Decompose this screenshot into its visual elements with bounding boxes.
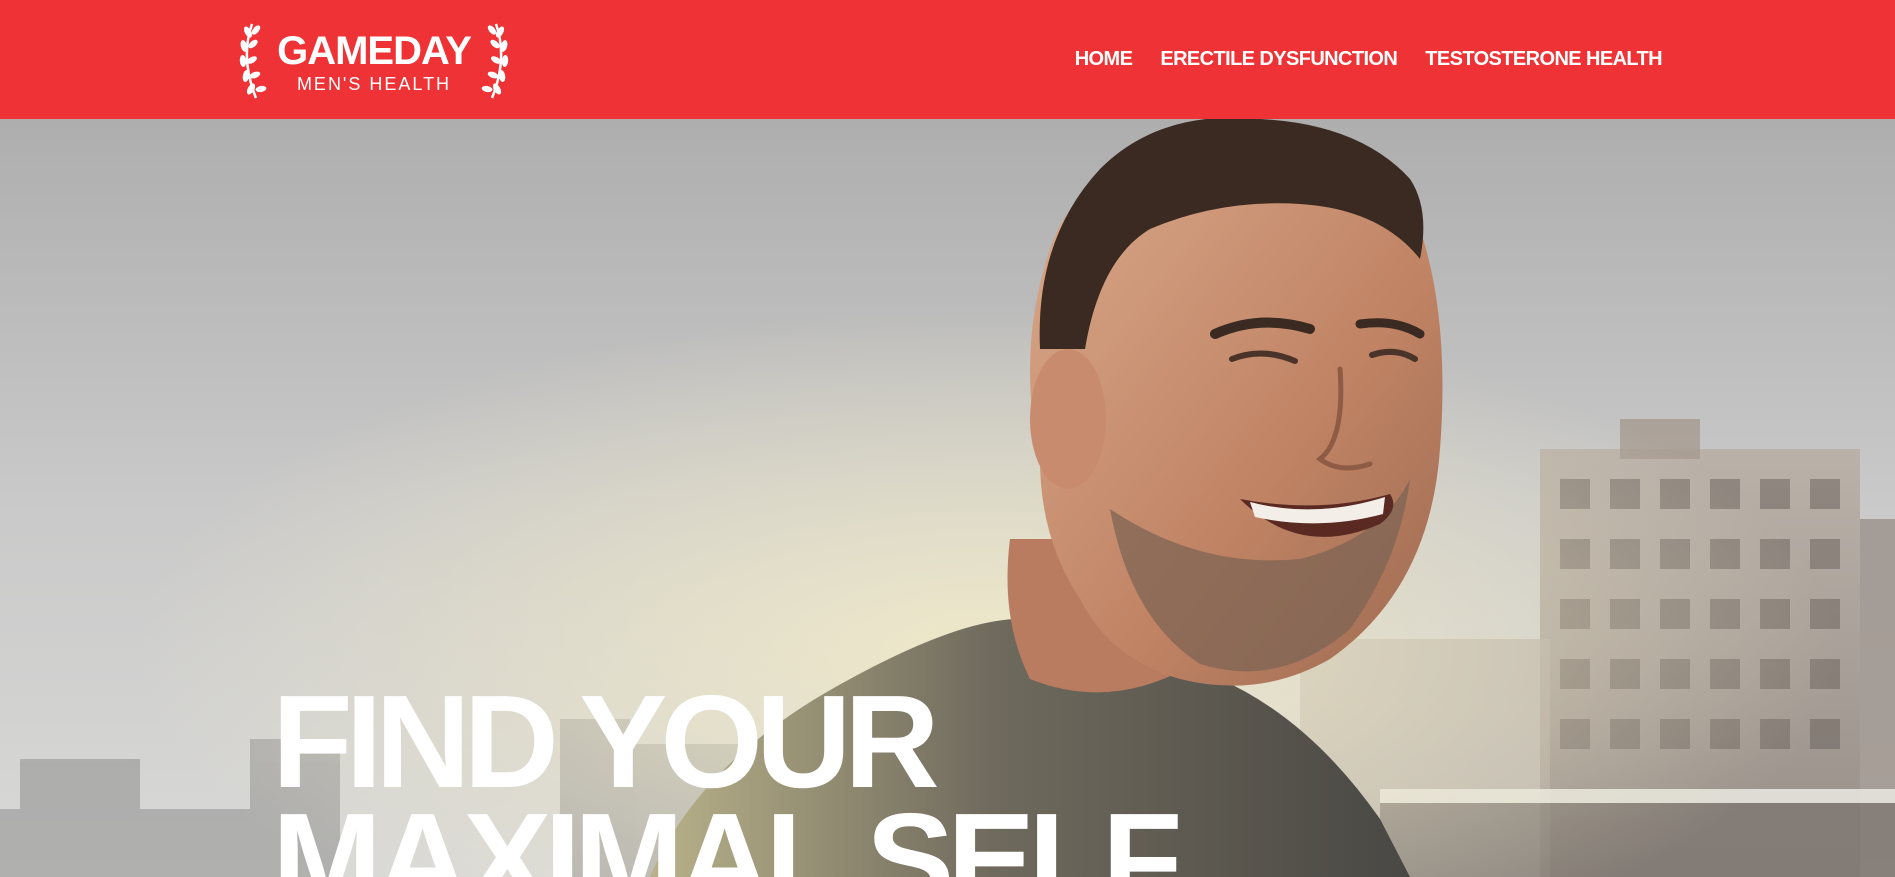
nav-item-home[interactable]: HOME <box>1075 48 1133 71</box>
page: GAMEDAY MEN'S HEALTH HOME ERECTILE DYSFU… <box>0 0 1895 877</box>
main-nav: HOME ERECTILE DYSFUNCTION TESTOSTERONE H… <box>1075 0 1663 119</box>
hero-headline: FIND YOUR MAXIMAL SELF <box>272 668 1183 877</box>
nav-item-erectile-dysfunction[interactable]: ERECTILE DYSFUNCTION <box>1160 48 1398 71</box>
logo-tagline: MEN'S HEALTH <box>296 74 452 94</box>
hero-section: FIND YOUR MAXIMAL SELF <box>0 119 1895 877</box>
site-header: GAMEDAY MEN'S HEALTH HOME ERECTILE DYSFU… <box>0 0 1895 119</box>
gameday-logo[interactable]: GAMEDAY MEN'S HEALTH <box>234 18 514 102</box>
logo-wordmark: GAMEDAY <box>277 29 472 73</box>
hero-headline-line-1: FIND YOUR <box>272 668 940 815</box>
nav-item-testosterone-health[interactable]: TESTOSTERONE HEALTH <box>1425 48 1662 71</box>
hero-headline-line-2: MAXIMAL SELF <box>272 786 1183 877</box>
